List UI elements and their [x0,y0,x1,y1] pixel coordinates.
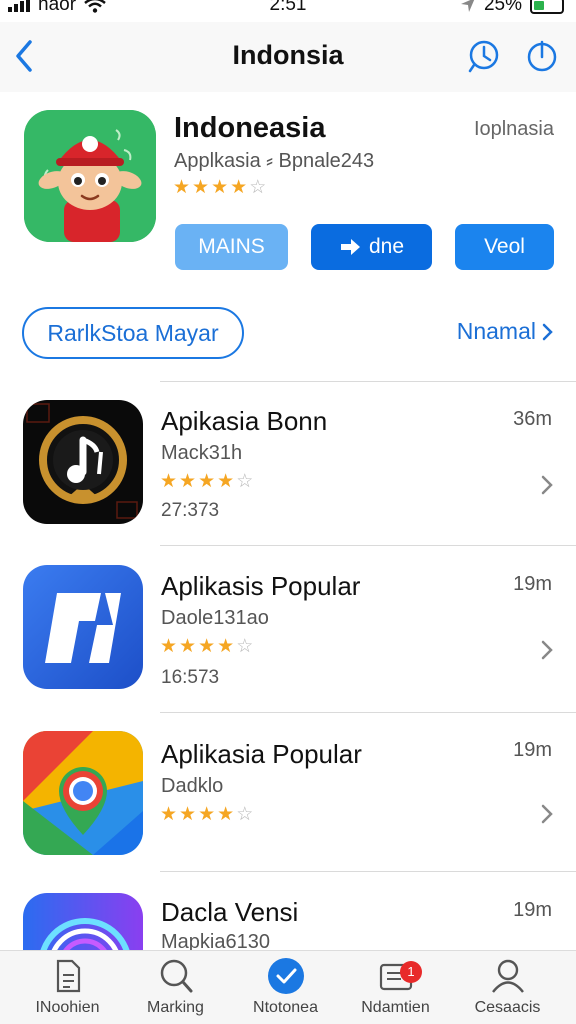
app-star-rating: ★ ★ ★ ★ ☆ [160,636,254,657]
app-name: Dacla Vensi [161,897,299,927]
star-icon: ★ [173,177,191,198]
battery-icon [530,0,564,14]
chevron-right-icon[interactable] [540,474,554,496]
featured-app-subtitle: Applkasia ⸗ Bpnale243 [174,150,375,172]
featured-app-name[interactable]: Indoneasia [174,112,326,145]
navigation-bar: Indonsia [0,22,576,92]
mains-button[interactable]: MAINS [175,224,288,270]
app-star-rating: ★ ★ ★ ★ ☆ [160,471,254,492]
app-star-rating: ★ ★ ★ ★ ☆ [160,804,254,825]
ranking-filter-pill[interactable]: RarlkStoa Mayar [22,307,244,359]
star-icon: ★ [192,177,210,198]
tab-bar: INoohien Marking Ntotonea 1 Ndamtien Ces… [0,950,576,1024]
location-icon [460,0,475,12]
search-icon [160,959,192,993]
app-developer: Mack31h [161,442,243,464]
divider [160,871,576,872]
tab-notifications[interactable]: 1 Ndamtien [338,957,453,1017]
chat-search-icon[interactable] [466,38,502,74]
app-name: Aplikasis Popular [161,571,361,601]
divider [160,712,576,713]
chevron-right-icon[interactable] [540,803,554,825]
divider [160,545,576,546]
featured-star-rating: ★ ★ ★ ★ ☆ [173,178,266,197]
power-icon[interactable] [524,38,560,74]
play-arrow-icon [340,239,360,255]
tab-active[interactable]: Ntotonea [228,957,343,1017]
chevron-right-icon [542,323,553,340]
person-icon [491,959,524,993]
tab-marking[interactable]: Marking [118,957,233,1017]
app-icon-camera [23,893,143,950]
app-icon-music [23,400,143,524]
featured-side-label: Ioplnasia [473,118,554,140]
star-half-icon: ★ [230,177,248,198]
app-name: Aplikasia Popular [161,739,362,769]
app-size: 19m [513,573,552,595]
divider [160,381,576,382]
battery-percent: 25% [483,0,522,15]
play-button[interactable]: dne [311,224,432,270]
tab-today[interactable]: INoohien [10,957,125,1017]
status-bar: haor 2:51 25% [0,0,576,22]
app-name: Apikasia Bonn [161,406,328,436]
app-icon-files [23,565,143,689]
app-size: 19m [513,739,552,761]
app-rating-count: 16:573 [161,667,220,688]
app-developer: Daole131ao [161,607,269,629]
view-button[interactable]: Veol [455,224,554,270]
document-icon [56,959,80,993]
star-empty-icon: ☆ [249,177,267,198]
notification-badge: 1 [400,961,422,983]
star-icon: ★ [211,177,229,198]
app-developer: Dadklo [161,775,224,797]
app-rating-count: 27:373 [161,500,220,521]
tab-account[interactable]: Cesaacis [450,957,565,1017]
checkmark-icon [267,958,304,994]
normal-link[interactable]: Nnamal [457,318,554,345]
app-icon-maps [23,731,143,855]
app-size: 19m [513,899,552,921]
featured-app-icon[interactable] [24,110,156,242]
app-size: 36m [513,408,552,430]
chevron-right-icon[interactable] [540,639,554,661]
